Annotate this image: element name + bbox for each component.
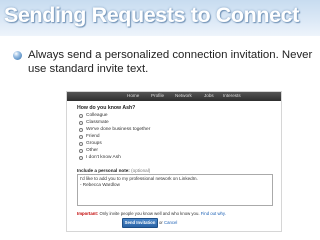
find-out-why-link[interactable]: Find out why. <box>201 211 226 216</box>
bullet-text: Always send a personalized connection in… <box>28 49 313 75</box>
nav-network[interactable]: Network <box>175 93 192 98</box>
cancel-link[interactable]: Cancel <box>164 220 177 225</box>
radio-button[interactable] <box>79 142 83 146</box>
radio-button[interactable] <box>79 121 83 125</box>
option-label: Other <box>86 148 98 153</box>
option-label: Colleague <box>86 113 108 118</box>
radio-button[interactable] <box>79 135 83 139</box>
personal-note-label: Include a personal note: (optional) <box>77 168 150 173</box>
option-label: I don't know Ash <box>86 155 121 160</box>
invitation-screenshot: Home Profile Network Jobs Interests How … <box>66 91 282 232</box>
nav-profile[interactable]: Profile <box>151 93 164 98</box>
radio-button[interactable] <box>79 149 83 153</box>
relationship-question: How do you know Ash? <box>77 105 136 111</box>
slide-title: Sending Requests to Connect <box>4 3 299 27</box>
note-optional-tag: (optional) <box>131 168 151 173</box>
radio-button[interactable] <box>79 128 83 132</box>
bullet-icon <box>13 51 22 60</box>
important-notice: Important: Only invite people you know w… <box>77 211 226 216</box>
important-text: Only invite people you know well and who… <box>98 211 201 216</box>
or-cancel: or Cancel <box>159 220 177 225</box>
option-label: Friend <box>86 134 100 139</box>
option-label: We've done business together <box>86 127 151 132</box>
note-line-2: - Rebecca Wardlow <box>80 181 120 187</box>
important-label: Important: <box>77 211 99 216</box>
nav-jobs[interactable]: Jobs <box>204 93 214 98</box>
personal-note-textarea[interactable]: I'd like to add you to my professional n… <box>77 174 273 206</box>
nav-interests[interactable]: Interests <box>223 93 241 98</box>
radio-button[interactable] <box>79 156 83 160</box>
radio-button[interactable] <box>79 114 83 118</box>
option-label: Groups <box>86 141 102 146</box>
note-label-text: Include a personal note: <box>77 168 130 173</box>
send-invitation-button[interactable]: Send Invitation <box>122 218 158 228</box>
option-label: Classmate <box>86 120 109 125</box>
nav-home[interactable]: Home <box>127 93 139 98</box>
nav-bar: Home Profile Network Jobs Interests <box>67 92 281 101</box>
